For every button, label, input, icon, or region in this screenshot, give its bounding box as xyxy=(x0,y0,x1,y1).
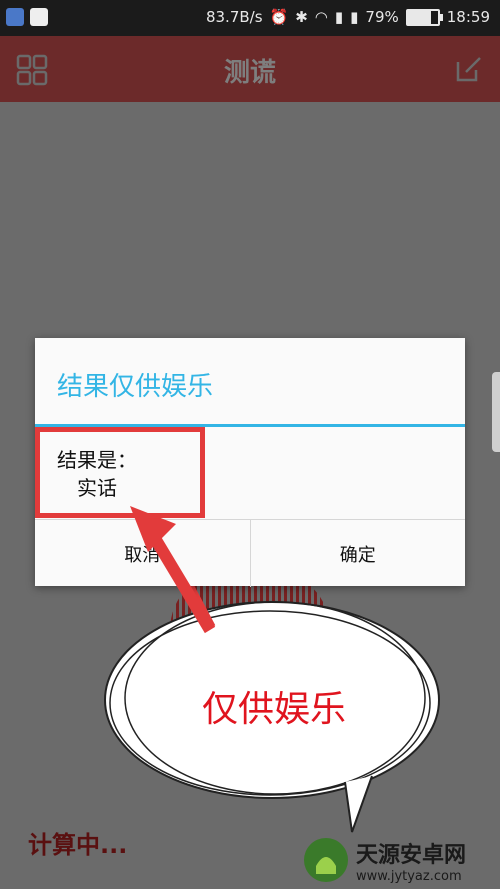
alarm-icon: ⏰ xyxy=(269,8,289,26)
notification-icons xyxy=(6,8,48,26)
bubble-text: 仅供娱乐 xyxy=(202,689,347,730)
signal-icon: ▮ xyxy=(334,8,344,26)
side-handle[interactable] xyxy=(492,372,500,452)
status-right: 83.7B/s ⏰ ✱ ◠ ▮ ▮ 79% 18:59 xyxy=(206,8,490,26)
watermark-name: 天源安卓网 xyxy=(356,842,467,868)
edit-icon[interactable] xyxy=(454,54,484,84)
watermark: 天源安卓网 www.jytyaz.com xyxy=(302,832,498,888)
battery-percent: 79% xyxy=(365,8,399,26)
status-bar: 83.7B/s ⏰ ✱ ◠ ▮ ▮ 79% 18:59 xyxy=(0,0,500,36)
page-title: 测谎 xyxy=(223,58,276,88)
watermark-url: www.jytyaz.com xyxy=(356,868,462,884)
clock: 18:59 xyxy=(446,8,490,26)
battery-icon xyxy=(405,8,443,26)
dialog-title: 结果仅供娱乐 xyxy=(57,372,214,402)
android-logo-icon xyxy=(304,838,348,882)
app-bar: 测谎 xyxy=(0,36,500,102)
qq-icon xyxy=(30,8,48,26)
wifi-icon: ◠ xyxy=(314,8,328,26)
ok-button[interactable]: 确定 xyxy=(249,520,466,587)
bluetooth-icon: ✱ xyxy=(295,8,308,26)
network-speed: 83.7B/s xyxy=(205,8,263,26)
signal-icon-2: ▮ xyxy=(350,8,359,26)
shield-icon xyxy=(6,8,24,26)
dialog-buttons: 取消 确定 xyxy=(35,519,465,587)
highlight-box xyxy=(35,427,205,518)
calculating-text: 计算中... xyxy=(28,831,128,859)
cancel-button[interactable]: 取消 xyxy=(35,520,250,587)
